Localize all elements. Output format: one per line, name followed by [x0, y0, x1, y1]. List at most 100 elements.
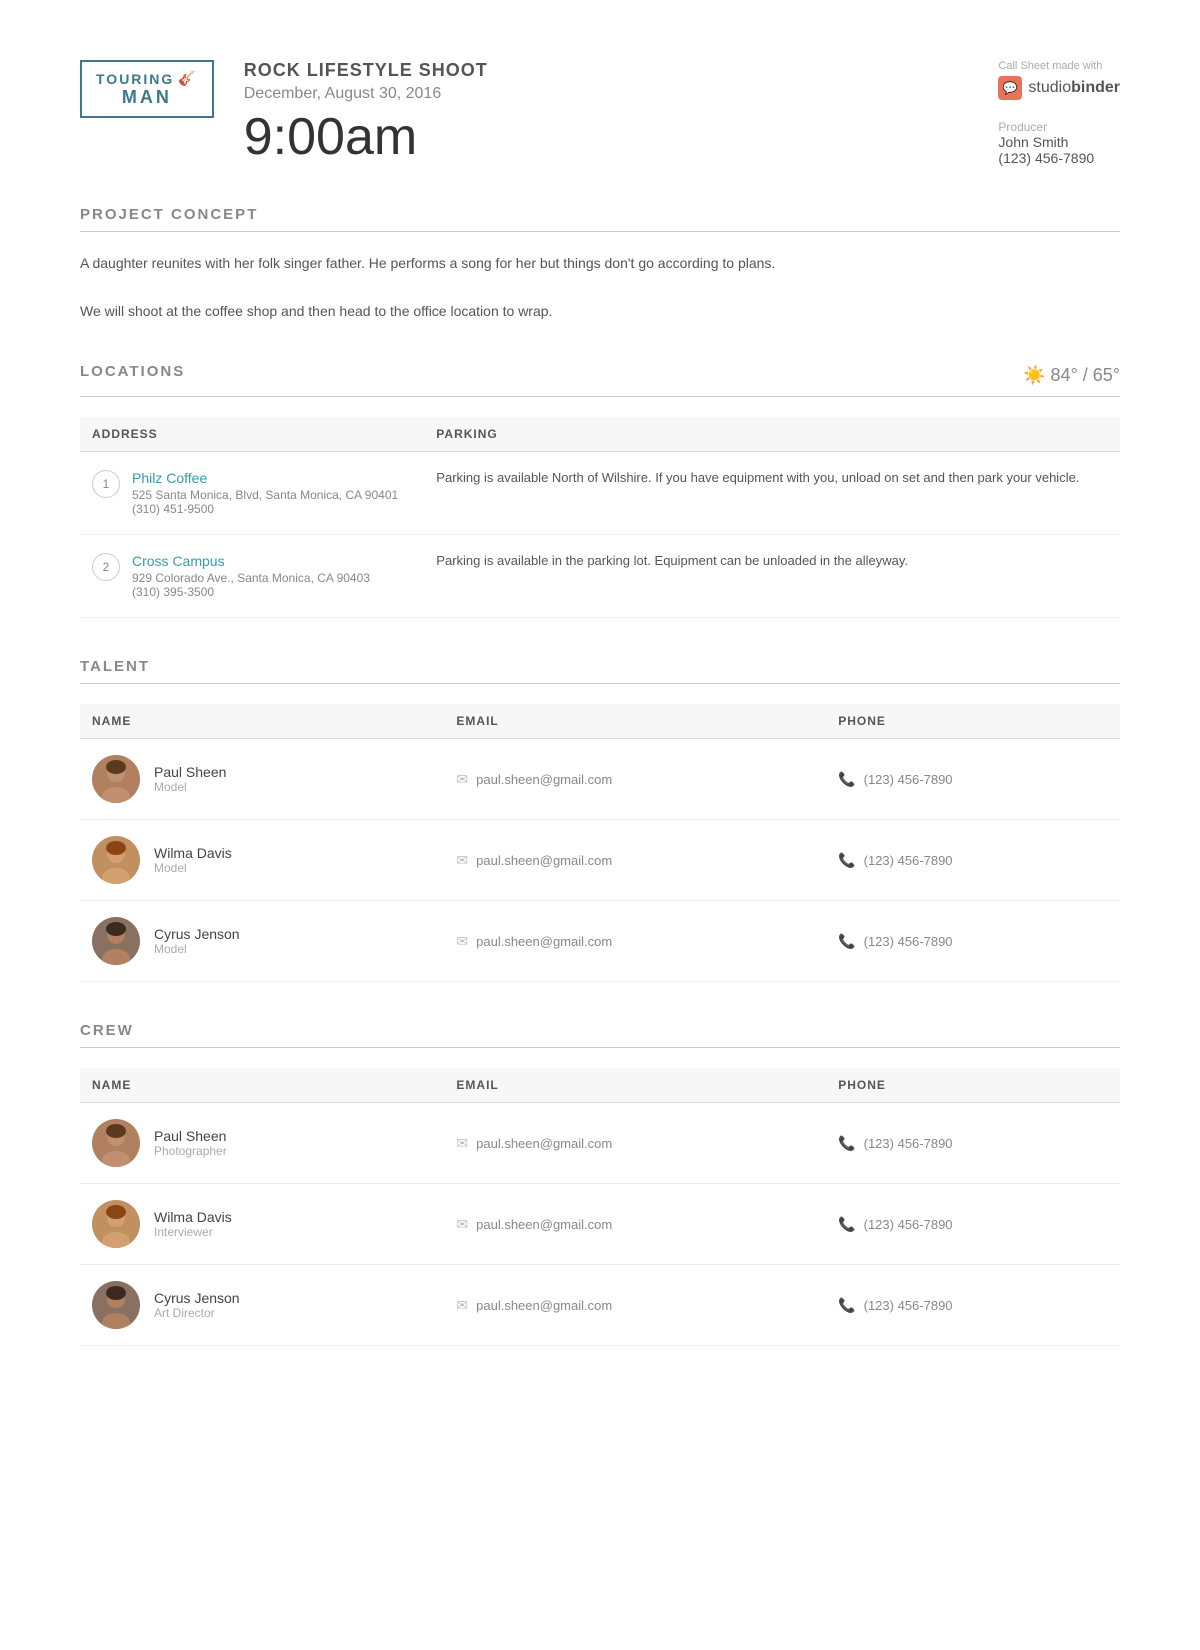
header-left: TOURING 🎸 MAN ROCK LIFESTYLE SHOOT Decem…	[80, 60, 488, 163]
person-phone-cell: 📞 (123) 456-7890	[826, 1103, 1120, 1184]
person-email: paul.sheen@gmail.com	[476, 1136, 612, 1151]
location-address-cell: 2 Cross Campus 929 Colorado Ave., Santa …	[80, 535, 424, 618]
phone-icon: 📞	[838, 1135, 855, 1152]
location-address: 929 Colorado Ave., Santa Monica, CA 9040…	[132, 571, 370, 599]
phone-icon: 📞	[838, 852, 855, 869]
person-name-cell: Paul Sheen Model	[80, 739, 444, 820]
email-icon: ✉	[456, 1297, 468, 1314]
logo-man-text: MAN	[122, 87, 172, 108]
location-row: 2 Cross Campus 929 Colorado Ave., Santa …	[80, 535, 1120, 618]
producer-phone: (123) 456-7890	[998, 150, 1120, 166]
person-email: paul.sheen@gmail.com	[476, 1298, 612, 1313]
guitar-icon: 🎸	[178, 70, 197, 87]
email-icon: ✉	[456, 933, 468, 950]
made-with-label: Call Sheet made with	[998, 60, 1120, 72]
table-row: Wilma Davis Interviewer ✉ paul.sheen@gma…	[80, 1184, 1120, 1265]
project-title-block: ROCK LIFESTYLE SHOOT December, August 30…	[244, 60, 488, 163]
sb-name: studiobinder	[1028, 79, 1120, 97]
concept-line2: We will shoot at the coffee shop and the…	[80, 300, 1120, 324]
person-email-cell: ✉ paul.sheen@gmail.com	[444, 1103, 826, 1184]
person-role: Model	[154, 861, 232, 875]
logo-top: TOURING 🎸	[96, 70, 198, 87]
locations-header: LOCATIONS ☀️ 84° / 65°	[80, 363, 1120, 388]
location-address: 525 Santa Monica, Blvd, Santa Monica, CA…	[132, 488, 398, 516]
person-email-cell: ✉ paul.sheen@gmail.com	[444, 1265, 826, 1346]
concept-text: A daughter reunites with her folk singer…	[80, 252, 1120, 323]
person-name: Wilma Davis	[154, 1209, 232, 1225]
talent-header-row: NAME EMAIL PHONE	[80, 704, 1120, 739]
person-email: paul.sheen@gmail.com	[476, 853, 612, 868]
person-phone: (123) 456-7890	[864, 1136, 953, 1151]
person-role: Art Director	[154, 1306, 240, 1320]
locations-col-address: ADDRESS	[80, 417, 424, 452]
locations-section: LOCATIONS ☀️ 84° / 65° ADDRESS PARKING 1…	[80, 363, 1120, 618]
crew-title: CREW	[80, 1022, 1120, 1039]
concept-line1: A daughter reunites with her folk singer…	[80, 252, 1120, 276]
person-phone-cell: 📞 (123) 456-7890	[826, 820, 1120, 901]
locations-col-parking: PARKING	[424, 417, 1120, 452]
crew-divider	[80, 1047, 1120, 1048]
location-name: Philz Coffee	[132, 470, 398, 486]
person-name-cell: Wilma Davis Model	[80, 820, 444, 901]
location-address-cell: 1 Philz Coffee 525 Santa Monica, Blvd, S…	[80, 452, 424, 535]
location-name: Cross Campus	[132, 553, 370, 569]
person-phone-cell: 📞 (123) 456-7890	[826, 739, 1120, 820]
project-concept-title: PROJECT CONCEPT	[80, 206, 1120, 223]
person-name-cell: Cyrus Jenson Art Director	[80, 1265, 444, 1346]
person-role: Model	[154, 942, 240, 956]
person-name-cell: Paul Sheen Photographer	[80, 1103, 444, 1184]
person-email-cell: ✉ paul.sheen@gmail.com	[444, 739, 826, 820]
table-row: Paul Sheen Photographer ✉ paul.sheen@gma…	[80, 1103, 1120, 1184]
phone-icon: 📞	[838, 933, 855, 950]
person-phone-cell: 📞 (123) 456-7890	[826, 1184, 1120, 1265]
email-icon: ✉	[456, 1135, 468, 1152]
crew-header-row: NAME EMAIL PHONE	[80, 1068, 1120, 1103]
weather-display: ☀️ 84° / 65°	[1023, 365, 1120, 386]
person-role: Model	[154, 780, 226, 794]
person-phone: (123) 456-7890	[864, 772, 953, 787]
talent-table: NAME EMAIL PHONE Paul Sheen Model	[80, 704, 1120, 982]
talent-col-phone: PHONE	[826, 704, 1120, 739]
weather-temp: 84° / 65°	[1051, 365, 1120, 385]
talent-divider	[80, 683, 1120, 684]
person-email-cell: ✉ paul.sheen@gmail.com	[444, 1184, 826, 1265]
table-row: Paul Sheen Model ✉ paul.sheen@gmail.com …	[80, 739, 1120, 820]
project-date: December, August 30, 2016	[244, 85, 488, 103]
phone-icon: 📞	[838, 1297, 855, 1314]
person-email: paul.sheen@gmail.com	[476, 772, 612, 787]
person-email-cell: ✉ paul.sheen@gmail.com	[444, 901, 826, 982]
person-name-cell: Cyrus Jenson Model	[80, 901, 444, 982]
person-name: Cyrus Jenson	[154, 926, 240, 942]
avatar	[92, 1200, 140, 1248]
avatar	[92, 755, 140, 803]
person-name: Cyrus Jenson	[154, 1290, 240, 1306]
avatar	[92, 1281, 140, 1329]
concept-divider	[80, 231, 1120, 232]
location-row: 1 Philz Coffee 525 Santa Monica, Blvd, S…	[80, 452, 1120, 535]
talent-section: TALENT NAME EMAIL PHONE Paul Sheen	[80, 658, 1120, 982]
person-email: paul.sheen@gmail.com	[476, 1217, 612, 1232]
person-phone-cell: 📞 (123) 456-7890	[826, 901, 1120, 982]
person-role: Interviewer	[154, 1225, 232, 1239]
person-phone-cell: 📞 (123) 456-7890	[826, 1265, 1120, 1346]
studiobinder-logo: 💬 studiobinder	[998, 76, 1120, 100]
location-number: 1	[92, 470, 120, 498]
crew-table: NAME EMAIL PHONE Paul Sheen Photographer	[80, 1068, 1120, 1346]
project-title: ROCK LIFESTYLE SHOOT	[244, 60, 488, 81]
locations-divider	[80, 396, 1120, 397]
producer-label: Producer	[998, 120, 1120, 134]
crew-section: CREW NAME EMAIL PHONE Paul Sheen	[80, 1022, 1120, 1346]
table-row: Cyrus Jenson Art Director ✉ paul.sheen@g…	[80, 1265, 1120, 1346]
project-concept-section: PROJECT CONCEPT A daughter reunites with…	[80, 206, 1120, 323]
logo-touring-text: TOURING	[96, 71, 174, 87]
table-row: Wilma Davis Model ✉ paul.sheen@gmail.com…	[80, 820, 1120, 901]
sb-icon: 💬	[998, 76, 1022, 100]
talent-col-name: NAME	[80, 704, 444, 739]
locations-table: ADDRESS PARKING 1 Philz Coffee 525 Santa…	[80, 417, 1120, 618]
person-phone: (123) 456-7890	[864, 934, 953, 949]
producer-info: Producer John Smith (123) 456-7890	[998, 120, 1120, 166]
phone-icon: 📞	[838, 1216, 855, 1233]
person-email-cell: ✉ paul.sheen@gmail.com	[444, 820, 826, 901]
person-name: Wilma Davis	[154, 845, 232, 861]
email-icon: ✉	[456, 1216, 468, 1233]
